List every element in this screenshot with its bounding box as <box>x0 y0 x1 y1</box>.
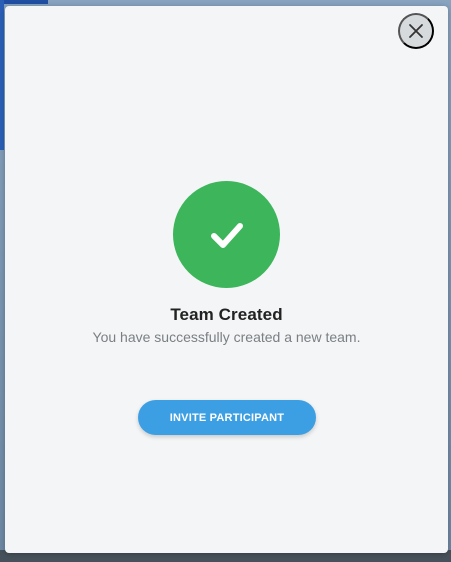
close-button[interactable] <box>398 13 434 49</box>
backdrop-left-strip <box>0 0 4 150</box>
close-icon <box>408 23 424 39</box>
backdrop-top-strip <box>0 0 48 4</box>
modal-subtitle: You have successfully created a new team… <box>92 329 361 345</box>
team-created-modal: Team Created You have successfully creat… <box>5 6 448 553</box>
check-icon <box>207 215 247 255</box>
success-icon-circle <box>173 181 280 288</box>
modal-title: Team Created <box>170 305 283 324</box>
invite-participant-button[interactable]: INVITE PARTICIPANT <box>138 400 316 435</box>
